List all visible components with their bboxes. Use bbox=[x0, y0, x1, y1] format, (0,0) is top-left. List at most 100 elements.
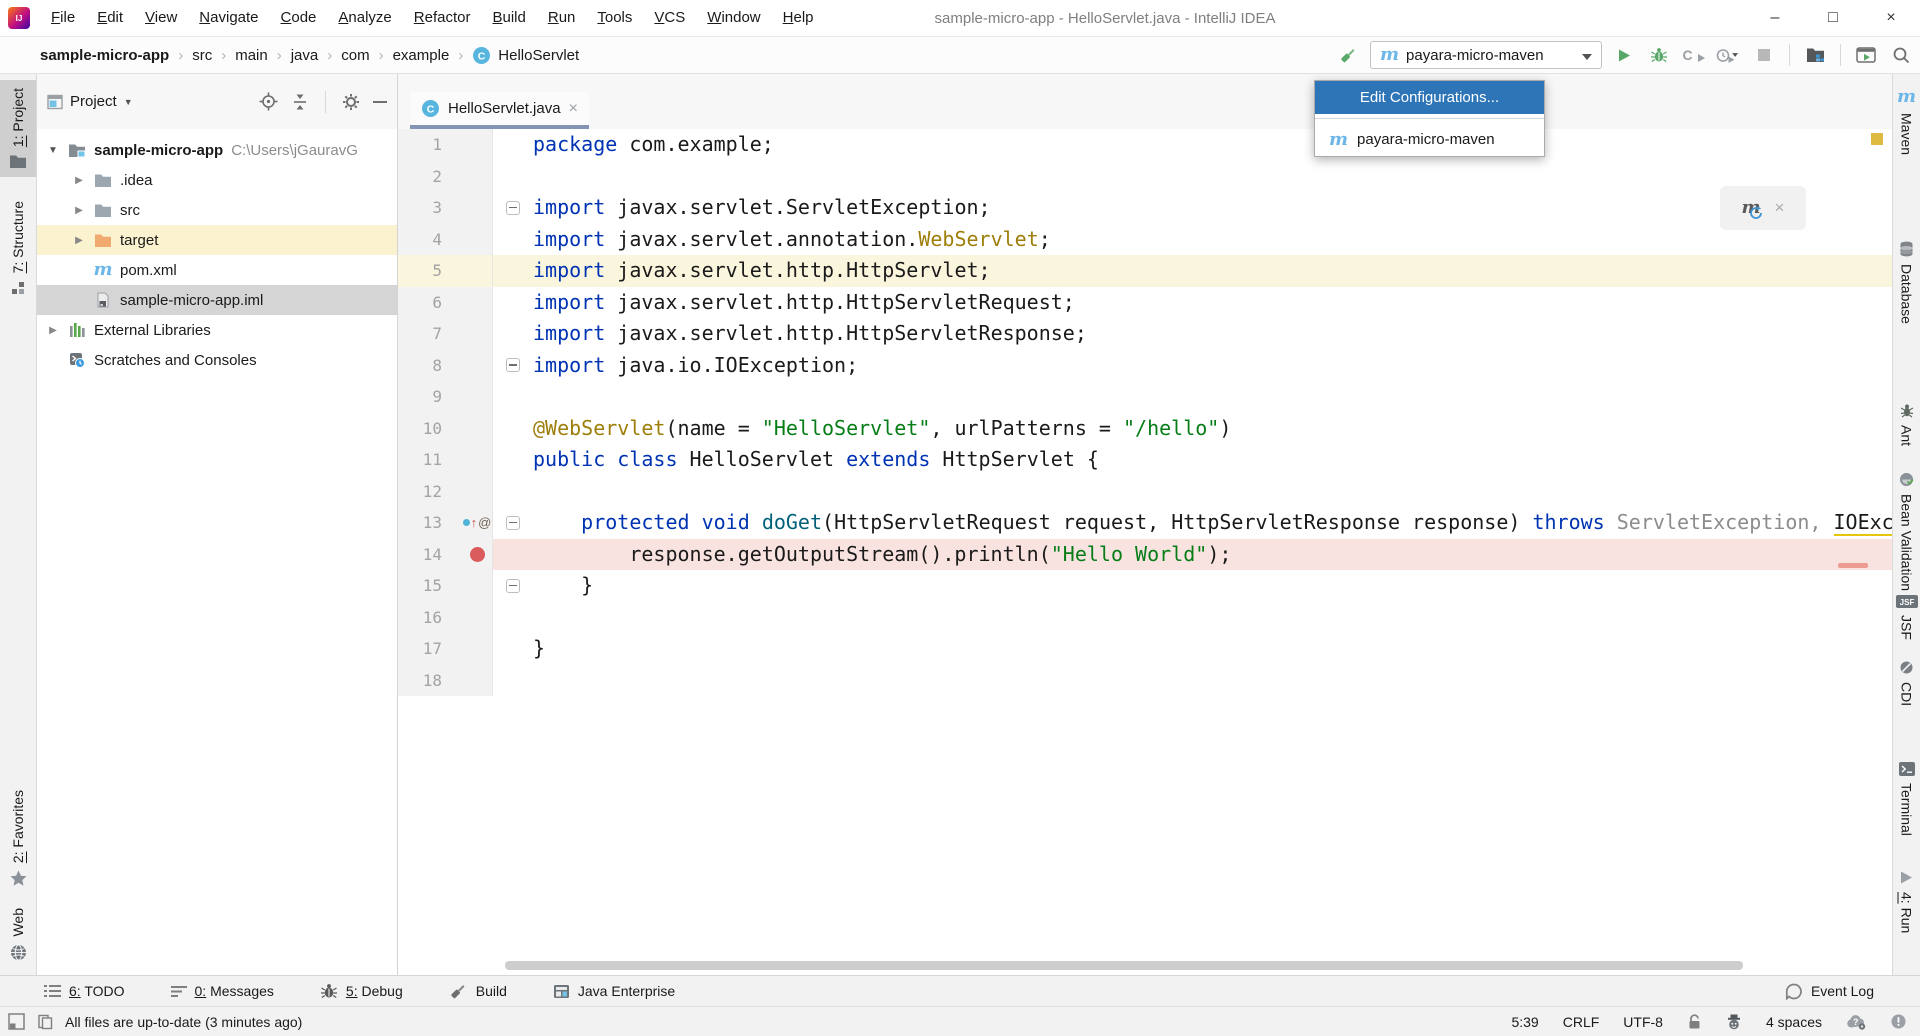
tool-button-7-structure[interactable]: 7: Structure bbox=[0, 193, 36, 302]
tree-item-src[interactable]: ▶src bbox=[37, 195, 397, 225]
menu-tools[interactable]: Tools bbox=[586, 9, 643, 26]
debug-button[interactable] bbox=[1646, 46, 1672, 64]
tool-button-web[interactable]: Web bbox=[0, 900, 36, 969]
menu-build[interactable]: Build bbox=[481, 9, 536, 26]
status-item-5-debug[interactable]: 5: Debug bbox=[320, 982, 403, 1000]
fold-cell bbox=[493, 129, 533, 161]
tool-button-database[interactable]: Database bbox=[1893, 241, 1920, 324]
highlighting-level-icon[interactable] bbox=[1726, 1014, 1742, 1030]
close-widget-icon[interactable]: × bbox=[1775, 198, 1785, 218]
line-separator[interactable]: CRLF bbox=[1563, 1014, 1600, 1030]
menu-file[interactable]: File bbox=[40, 9, 86, 26]
tree-item-sample-micro-app-iml[interactable]: sample-micro-app.iml bbox=[37, 285, 397, 315]
status-item-label: 6: TODO bbox=[69, 983, 125, 999]
horizontal-scrollbar[interactable] bbox=[505, 961, 1743, 970]
run-configuration-select[interactable]: m payara-micro-maven bbox=[1370, 41, 1602, 69]
implementing-marker-icon[interactable] bbox=[463, 519, 470, 526]
collapse-all-icon[interactable] bbox=[291, 93, 309, 111]
cloud-settings-icon[interactable]: ? bbox=[1846, 1014, 1867, 1030]
build-project-icon[interactable] bbox=[1335, 46, 1361, 65]
menu-navigate[interactable]: Navigate bbox=[188, 9, 269, 26]
status-item-build[interactable]: Build bbox=[449, 982, 507, 1001]
menu-window[interactable]: Window bbox=[696, 9, 771, 26]
error-stripe-mark[interactable] bbox=[1838, 563, 1868, 568]
gear-icon[interactable] bbox=[342, 93, 360, 111]
tool-button-maven[interactable]: mMaven bbox=[1893, 88, 1920, 155]
breadcrumb-item-example[interactable]: example bbox=[393, 47, 450, 64]
tree-item-target[interactable]: ▶target bbox=[37, 225, 397, 255]
menu-analyze[interactable]: Analyze bbox=[327, 9, 402, 26]
tool-button-jsf[interactable]: JSFJSF bbox=[1893, 595, 1920, 640]
run-button[interactable] bbox=[1611, 48, 1637, 63]
file-encoding[interactable]: UTF-8 bbox=[1623, 1014, 1663, 1030]
fold-marker-icon[interactable] bbox=[506, 358, 520, 372]
fold-marker-icon[interactable] bbox=[506, 201, 520, 215]
menu-view[interactable]: View bbox=[134, 9, 188, 26]
status-item-java-enterprise[interactable]: Java Enterprise bbox=[553, 983, 675, 999]
breadcrumb-item-src[interactable]: src bbox=[192, 47, 212, 64]
gutter-cell bbox=[462, 539, 493, 571]
status-item-6-todo[interactable]: 6: TODO bbox=[44, 983, 125, 999]
tool-button-1-project[interactable]: 1: Project bbox=[0, 80, 36, 177]
menu-code[interactable]: Code bbox=[270, 9, 328, 26]
menu-edit[interactable]: Edit bbox=[86, 9, 134, 26]
tool-button-cdi[interactable]: CDI bbox=[1893, 660, 1920, 706]
minimize-button[interactable]: – bbox=[1746, 0, 1804, 36]
chevron-down-icon[interactable]: ▼ bbox=[124, 97, 133, 107]
tree-item-sample-micro-app[interactable]: ▼sample-micro-appC:\Users\jGauravG bbox=[37, 135, 397, 165]
tool-button-bean-validation[interactable]: Bean Validation bbox=[1893, 472, 1920, 591]
code-editor[interactable]: 1package com.example;23import javax.serv… bbox=[398, 129, 1892, 975]
tool-button-ant[interactable]: Ant bbox=[1893, 402, 1920, 446]
toolwindow-toggle-icon[interactable] bbox=[8, 1013, 25, 1030]
notifications-icon[interactable] bbox=[1891, 1014, 1906, 1029]
hide-panel-icon[interactable] bbox=[373, 100, 387, 104]
editor-tab[interactable]: C HelloServlet.java × bbox=[410, 92, 589, 129]
menu-help[interactable]: Help bbox=[772, 9, 825, 26]
tree-item-external-libraries[interactable]: ▶External Libraries bbox=[37, 315, 397, 345]
project-panel-title[interactable]: Project bbox=[70, 93, 117, 110]
run-with-coverage-icon[interactable]: C bbox=[1681, 47, 1707, 63]
breadcrumb-item-main[interactable]: main bbox=[235, 47, 268, 64]
run-with-profiler-icon[interactable] bbox=[1716, 47, 1742, 64]
locate-file-icon[interactable] bbox=[259, 92, 278, 111]
fold-marker-icon[interactable] bbox=[506, 516, 520, 530]
expand-arrow-icon[interactable]: ▶ bbox=[67, 205, 91, 216]
expand-arrow-icon[interactable]: ▶ bbox=[67, 175, 91, 186]
override-arrow-icon[interactable]: ↑ bbox=[471, 507, 478, 539]
breakpoint-icon[interactable] bbox=[470, 547, 485, 562]
inspection-status-indicator[interactable] bbox=[1871, 133, 1883, 145]
fold-cell bbox=[493, 350, 533, 382]
breadcrumb-item-com[interactable]: com bbox=[341, 47, 369, 64]
tree-item-idea[interactable]: ▶.idea bbox=[37, 165, 397, 195]
menu-refactor[interactable]: Refactor bbox=[403, 9, 482, 26]
maximize-button[interactable]: □ bbox=[1804, 0, 1862, 36]
status-item-0-messages[interactable]: 0: Messages bbox=[171, 983, 274, 999]
close-tab-icon[interactable]: × bbox=[569, 100, 578, 118]
run-anything-icon[interactable] bbox=[1853, 47, 1879, 63]
tree-item-scratches-and-consoles[interactable]: Scratches and Consoles bbox=[37, 345, 397, 375]
close-button[interactable]: × bbox=[1862, 0, 1920, 36]
breadcrumb-item-sample-micro-app[interactable]: sample-micro-app bbox=[40, 47, 169, 64]
project-structure-icon[interactable] bbox=[1802, 47, 1828, 63]
tool-button-4-run[interactable]: 4: Run bbox=[1893, 870, 1920, 933]
menu-vcs[interactable]: VCS bbox=[643, 9, 696, 26]
indent-setting[interactable]: 4 spaces bbox=[1766, 1014, 1822, 1030]
readonly-lock-icon[interactable] bbox=[1687, 1014, 1702, 1030]
tool-button-terminal[interactable]: Terminal bbox=[1893, 762, 1920, 836]
expand-arrow-icon[interactable]: ▶ bbox=[41, 325, 65, 336]
collapse-arrow-icon[interactable]: ▼ bbox=[41, 145, 65, 156]
event-log-button[interactable]: Event Log bbox=[1785, 983, 1874, 1000]
module-folder-icon bbox=[65, 143, 89, 158]
edit-configurations-item[interactable]: Edit Configurations... bbox=[1315, 81, 1544, 114]
caret-position[interactable]: 5:39 bbox=[1511, 1014, 1538, 1030]
breadcrumb-item-java[interactable]: java bbox=[291, 47, 319, 64]
search-everywhere-icon[interactable] bbox=[1888, 46, 1914, 64]
menu-run[interactable]: Run bbox=[537, 9, 587, 26]
tool-button-2-favorites[interactable]: 2: Favorites bbox=[0, 782, 36, 894]
maven-refresh-icon[interactable] bbox=[1749, 206, 1763, 220]
expand-arrow-icon[interactable]: ▶ bbox=[67, 235, 91, 246]
fold-marker-icon[interactable] bbox=[506, 579, 520, 593]
payara-micro-maven-item[interactable]: m payara-micro-maven bbox=[1315, 123, 1544, 156]
tree-item-pom-xml[interactable]: mpom.xml bbox=[37, 255, 397, 285]
breadcrumb-item-helloservlet[interactable]: CHelloServlet bbox=[472, 46, 579, 65]
